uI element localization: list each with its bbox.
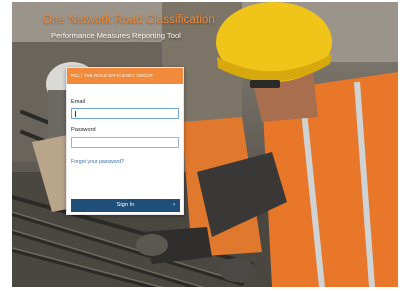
- email-label: Email: [71, 99, 85, 105]
- app-title: One Network Road Classification: [43, 14, 215, 26]
- forgot-password-link[interactable]: Forgot your password?: [71, 159, 124, 165]
- card-header: RCL | THE ROAD EFFICIENCY GROUP: [67, 68, 183, 84]
- login-card: RCL | THE ROAD EFFICIENCY GROUP Email Pa…: [66, 67, 184, 215]
- brand-text: RCL | THE ROAD EFFICIENCY GROUP: [71, 73, 153, 78]
- text-caret: [75, 111, 76, 117]
- app-subtitle: Performance Measures Reporting Tool: [51, 31, 181, 40]
- password-field[interactable]: [71, 137, 179, 148]
- sign-in-label: Sign In: [116, 202, 135, 208]
- password-label: Password: [71, 127, 96, 133]
- chevron-right-icon: ›: [173, 202, 175, 208]
- email-field[interactable]: [71, 108, 179, 119]
- sign-in-button[interactable]: Sign In ›: [71, 199, 180, 212]
